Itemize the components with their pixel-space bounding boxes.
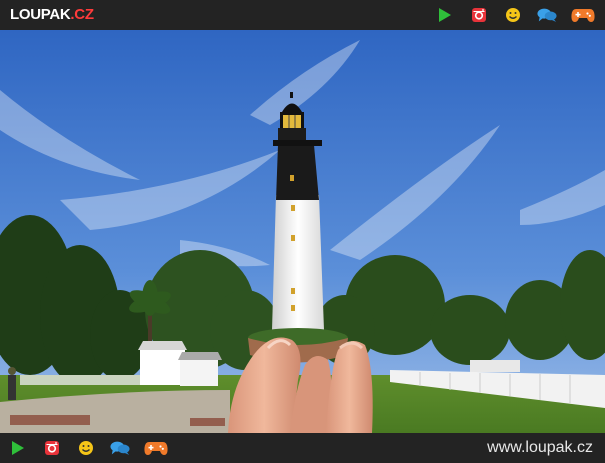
- smiley-icon[interactable]: [76, 438, 96, 458]
- gamepad-icon[interactable]: [144, 438, 168, 458]
- instagram-icon[interactable]: [469, 5, 489, 25]
- chat-icon[interactable]: [537, 5, 557, 25]
- bottom-bar: www.loupak.cz: [0, 433, 605, 463]
- chat-icon[interactable]: [110, 438, 130, 458]
- bottom-social-icons: [8, 438, 168, 458]
- gamepad-icon[interactable]: [571, 5, 595, 25]
- instagram-icon[interactable]: [42, 438, 62, 458]
- logo-tld: .CZ: [70, 6, 94, 23]
- site-logo[interactable]: LOUPAK.CZ: [10, 6, 94, 23]
- play-icon[interactable]: [8, 438, 28, 458]
- main-photo: [0, 30, 605, 433]
- smiley-icon[interactable]: [503, 5, 523, 25]
- top-bar: LOUPAK.CZ: [0, 0, 605, 30]
- logo-main: LOUPAK: [10, 6, 71, 23]
- top-social-icons: [435, 5, 595, 25]
- play-icon[interactable]: [435, 5, 455, 25]
- lighthouse-photo: [0, 30, 605, 433]
- site-url[interactable]: www.loupak.cz: [487, 439, 593, 457]
